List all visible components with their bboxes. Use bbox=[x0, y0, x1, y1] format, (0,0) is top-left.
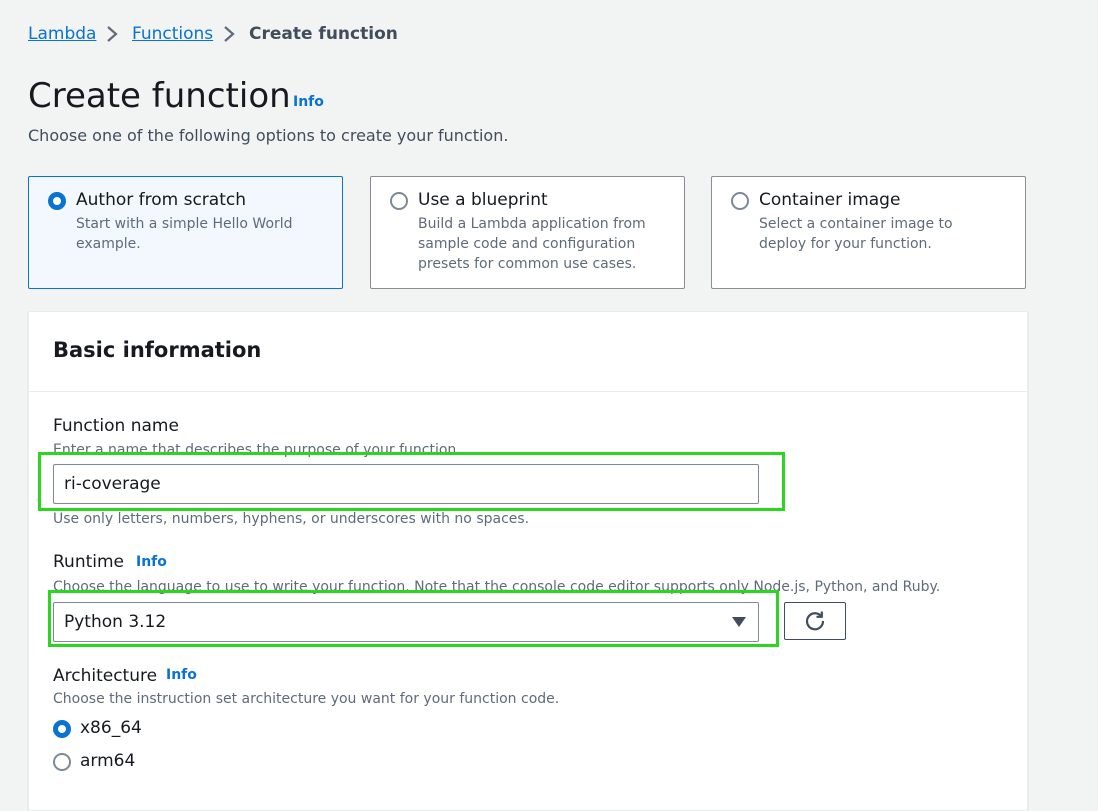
radio-arm64[interactable] bbox=[53, 753, 71, 771]
option-description: Start with a simple Hello World example. bbox=[76, 216, 293, 252]
option-container-image[interactable]: Container image Select a container image… bbox=[711, 176, 1026, 289]
page-title: Create function bbox=[28, 76, 291, 116]
function-name-constraint: Use only letters, numbers, hyphens, or u… bbox=[53, 511, 530, 527]
runtime-description: Choose the language to use to write your… bbox=[53, 579, 941, 595]
architecture-option-arm64[interactable]: arm64 bbox=[53, 750, 193, 774]
radio-container-image[interactable] bbox=[731, 192, 749, 210]
option-title: Container image bbox=[759, 190, 901, 210]
radio-author-from-scratch[interactable] bbox=[48, 192, 66, 210]
breadcrumb-functions-link[interactable]: Functions bbox=[132, 22, 213, 46]
breadcrumb-current: Create function bbox=[249, 24, 398, 44]
page-subtitle: Choose one of the following options to c… bbox=[28, 126, 509, 145]
option-title: Author from scratch bbox=[76, 190, 246, 210]
runtime-select[interactable]: Python 3.12 bbox=[53, 602, 759, 642]
function-name-label: Function name bbox=[53, 416, 179, 436]
runtime-label: Runtime bbox=[53, 552, 125, 572]
title-info-link[interactable]: Info bbox=[293, 94, 324, 110]
architecture-description: Choose the instruction set architecture … bbox=[53, 691, 560, 707]
radio-use-a-blueprint[interactable] bbox=[390, 192, 408, 210]
chevron-right-icon bbox=[102, 24, 122, 44]
radio-x86-64[interactable] bbox=[53, 720, 71, 738]
option-use-a-blueprint[interactable]: Use a blueprint Build a Lambda applicati… bbox=[370, 176, 685, 289]
refresh-runtime-button[interactable] bbox=[784, 602, 846, 640]
architecture-option-x86-64[interactable]: x86_64 bbox=[53, 717, 193, 741]
option-description: Select a container image to deploy for y… bbox=[759, 216, 953, 252]
panel-header: Basic information bbox=[29, 312, 1027, 392]
basic-information-panel: Basic information Function name Enter a … bbox=[28, 311, 1028, 811]
runtime-info-link[interactable]: Info bbox=[136, 554, 167, 570]
function-name-description: Enter a name that describes the purpose … bbox=[53, 442, 461, 458]
architecture-option-label: arm64 bbox=[80, 751, 136, 771]
architecture-label: Architecture bbox=[53, 666, 158, 686]
function-name-input[interactable] bbox=[53, 464, 759, 504]
architecture-option-label: x86_64 bbox=[80, 718, 142, 738]
option-description: Build a Lambda application from sample c… bbox=[418, 216, 646, 272]
chevron-right-icon bbox=[219, 24, 239, 44]
runtime-select-value: Python 3.12 bbox=[64, 612, 167, 632]
option-author-from-scratch[interactable]: Author from scratch Start with a simple … bbox=[28, 176, 343, 289]
option-title: Use a blueprint bbox=[418, 190, 548, 210]
architecture-info-link[interactable]: Info bbox=[166, 667, 197, 683]
caret-down-icon bbox=[732, 617, 746, 627]
breadcrumb-lambda-link[interactable]: Lambda bbox=[28, 22, 96, 46]
refresh-icon bbox=[805, 611, 825, 631]
panel-title: Basic information bbox=[53, 338, 262, 362]
